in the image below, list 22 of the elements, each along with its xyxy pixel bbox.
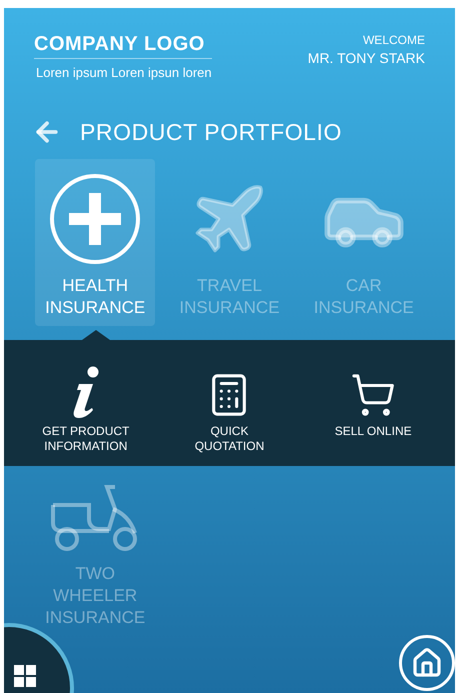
welcome-label: WELCOME (362, 32, 425, 48)
shopping-cart-icon (350, 372, 396, 418)
product-label: CAR INSURANCE (312, 275, 415, 319)
product-tile[interactable]: HEALTH INSURANCE (35, 159, 156, 326)
user-name: MR. TONY STARK (308, 49, 425, 68)
product-tile[interactable]: TWO WHEELER INSURANCE (35, 466, 156, 633)
company-logo: COMPANY LOGO (34, 32, 212, 59)
plus-circle-icon (49, 173, 142, 265)
product-label: TWO WHEELER INSURANCE (44, 563, 146, 629)
home-icon (411, 647, 443, 679)
product-tile[interactable]: CAR INSURANCE (304, 159, 424, 326)
action-button[interactable]: QUICK QUOTATION (158, 340, 302, 466)
product-label: TRAVEL INSURANCE (178, 275, 281, 319)
page-title: PRODUCT PORTFOLIO (80, 118, 342, 146)
tagline: Loren ipsum Loren ipsun loren (36, 64, 212, 82)
home-button[interactable] (399, 635, 455, 691)
action-button[interactable]: GET PRODUCT INFORMATION (14, 340, 158, 466)
product-label: HEALTH INSURANCE (44, 275, 146, 319)
apps-button[interactable] (14, 665, 36, 687)
info-icon (70, 366, 101, 418)
product-tile[interactable]: TRAVEL INSURANCE (169, 159, 290, 326)
action-button[interactable]: SELL ONLINE (301, 340, 445, 466)
